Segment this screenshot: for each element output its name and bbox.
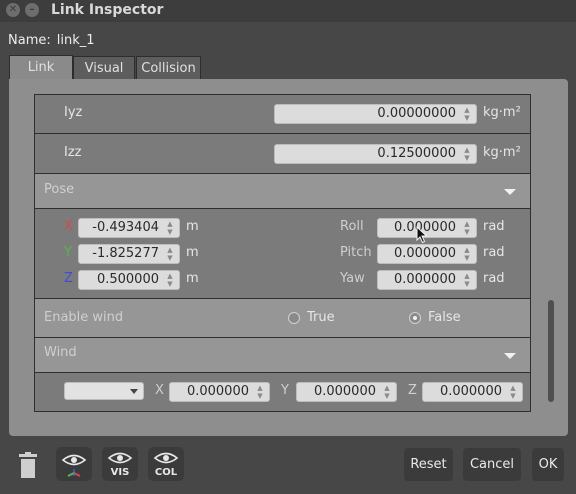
show-link-frame-button[interactable]: [56, 447, 92, 481]
pose-x-spinbox[interactable]: -0.493404 ▲ ▼: [78, 218, 180, 238]
eye-frame-icon: [61, 454, 87, 477]
window-title: Link Inspector: [51, 2, 164, 18]
show-collision-button[interactable]: COL: [148, 447, 184, 481]
wind-z-label: Z: [408, 383, 417, 398]
pose-header[interactable]: Pose: [34, 173, 531, 209]
spin-arrows-icon[interactable]: ▲ ▼: [463, 146, 471, 162]
izz-row: Izz 0.12500000 ▲ ▼ kg·m²: [34, 133, 531, 174]
iyz-label: Iyz: [64, 105, 83, 120]
wind-y-value: 0.000000: [313, 384, 376, 399]
properties-scroll-area[interactable]: Iyz 0.00000000 ▲ ▼ kg·m² Izz 0.12500000 ▲…: [34, 94, 533, 412]
pose-pitch-spinbox[interactable]: 0.000000 ▲ ▼: [377, 244, 477, 264]
reset-button[interactable]: Reset: [404, 448, 453, 481]
vertical-scrollbar[interactable]: [548, 300, 554, 402]
trash-icon[interactable]: [17, 452, 39, 480]
spin-arrows-icon[interactable]: ▲ ▼: [383, 384, 391, 400]
wind-x-spinbox[interactable]: 0.000000 ▲ ▼: [169, 382, 270, 402]
izz-label: Izz: [64, 145, 82, 160]
pose-z-label: Z: [64, 271, 73, 286]
pose-roll-label: Roll: [340, 219, 364, 234]
spin-arrows-icon[interactable]: ▲ ▼: [509, 384, 517, 400]
show-visual-button[interactable]: VIS: [102, 447, 138, 481]
tab-link[interactable]: Link: [9, 55, 73, 80]
chevron-down-icon[interactable]: [130, 389, 138, 394]
spin-arrows-icon[interactable]: ▲ ▼: [463, 272, 471, 288]
wind-x-value: 0.000000: [186, 384, 249, 399]
pose-roll-unit: rad: [483, 219, 505, 234]
wind-z-value: 0.000000: [439, 384, 502, 399]
pose-y-unit: m: [186, 245, 199, 260]
title-bar: ✕ – Link Inspector: [0, 0, 576, 22]
minimize-icon[interactable]: –: [25, 3, 39, 17]
pose-yaw-value: 0.000000: [393, 272, 456, 287]
spin-arrows-icon[interactable]: ▲ ▼: [463, 220, 471, 236]
wind-header-label: Wind: [44, 345, 77, 360]
wind-z-spinbox[interactable]: 0.000000 ▲ ▼: [422, 382, 523, 402]
pose-y-label: Y: [64, 245, 72, 260]
tab-collision[interactable]: Collision: [136, 56, 201, 79]
pose-x-value: -0.493404: [92, 220, 159, 235]
wind-y-spinbox[interactable]: 0.000000 ▲ ▼: [296, 382, 397, 402]
pose-header-label: Pose: [44, 182, 75, 197]
pose-y-value: -1.825277: [92, 246, 159, 261]
pose-yaw-label: Yaw: [340, 271, 365, 286]
enable-wind-label: Enable wind: [44, 310, 124, 325]
wind-x-label: X: [155, 383, 164, 398]
spin-arrows-icon[interactable]: ▲ ▼: [166, 272, 174, 288]
name-row: Name: link_1: [8, 33, 101, 48]
chevron-down-icon[interactable]: [504, 353, 516, 359]
name-value: link_1: [56, 33, 95, 48]
pose-z-spinbox[interactable]: 0.500000 ▲ ▼: [78, 270, 180, 290]
eye-icon: [153, 452, 179, 464]
link-tab-panel: Iyz 0.00000000 ▲ ▼ kg·m² Izz 0.12500000 ▲…: [9, 79, 568, 436]
chevron-down-icon[interactable]: [504, 189, 516, 195]
pose-body: X -0.493404 ▲ ▼ m Y -1.825277 ▲ ▼ m Z 0.50…: [34, 208, 531, 299]
wind-true-radio[interactable]: [288, 312, 300, 324]
iyz-row: Iyz 0.00000000 ▲ ▼ kg·m²: [34, 94, 531, 134]
wind-false-radio[interactable]: [409, 312, 421, 324]
pose-yaw-unit: rad: [483, 271, 505, 286]
izz-unit: kg·m²: [483, 145, 521, 160]
ok-button[interactable]: OK: [532, 448, 564, 481]
pose-z-unit: m: [186, 271, 199, 286]
spin-arrows-icon[interactable]: ▲ ▼: [256, 384, 264, 400]
izz-spinbox[interactable]: 0.12500000 ▲ ▼: [274, 144, 477, 164]
eye-icon: [107, 452, 133, 464]
pose-yaw-spinbox[interactable]: 0.000000 ▲ ▼: [377, 270, 477, 290]
spin-arrows-icon[interactable]: ▲ ▼: [166, 220, 174, 236]
iyz-value: 0.00000000: [377, 106, 456, 121]
tab-visual[interactable]: Visual: [73, 56, 135, 79]
pose-pitch-unit: rad: [483, 245, 505, 260]
name-label: Name:: [8, 33, 51, 48]
spin-arrows-icon[interactable]: ▲ ▼: [463, 246, 471, 262]
col-label: COL: [154, 467, 178, 478]
pose-pitch-label: Pitch: [340, 245, 372, 260]
wind-y-label: Y: [281, 383, 289, 398]
spin-arrows-icon[interactable]: ▲ ▼: [463, 106, 471, 122]
wind-mode-combo[interactable]: [64, 382, 144, 400]
cancel-button[interactable]: Cancel: [463, 448, 521, 481]
wind-body: X 0.000000 ▲ ▼ Y 0.000000 ▲ ▼ Z 0.000000 ▲…: [34, 372, 531, 412]
wind-header[interactable]: Wind: [34, 337, 531, 373]
pose-x-unit: m: [186, 219, 199, 234]
vis-label: VIS: [110, 467, 130, 478]
mouse-cursor-icon: [416, 226, 428, 244]
enable-wind-row: Enable wind True False: [34, 298, 531, 338]
pose-pitch-value: 0.000000: [393, 246, 456, 261]
pose-x-label: X: [64, 219, 73, 234]
wind-true-label[interactable]: True: [307, 310, 335, 325]
wind-false-label[interactable]: False: [428, 310, 461, 325]
pose-z-value: 0.500000: [96, 272, 159, 287]
izz-value: 0.12500000: [377, 146, 456, 161]
iyz-unit: kg·m²: [483, 105, 521, 120]
spin-arrows-icon[interactable]: ▲ ▼: [166, 246, 174, 262]
iyz-spinbox[interactable]: 0.00000000 ▲ ▼: [274, 104, 477, 124]
close-icon[interactable]: ✕: [6, 3, 20, 17]
pose-y-spinbox[interactable]: -1.825277 ▲ ▼: [78, 244, 180, 264]
